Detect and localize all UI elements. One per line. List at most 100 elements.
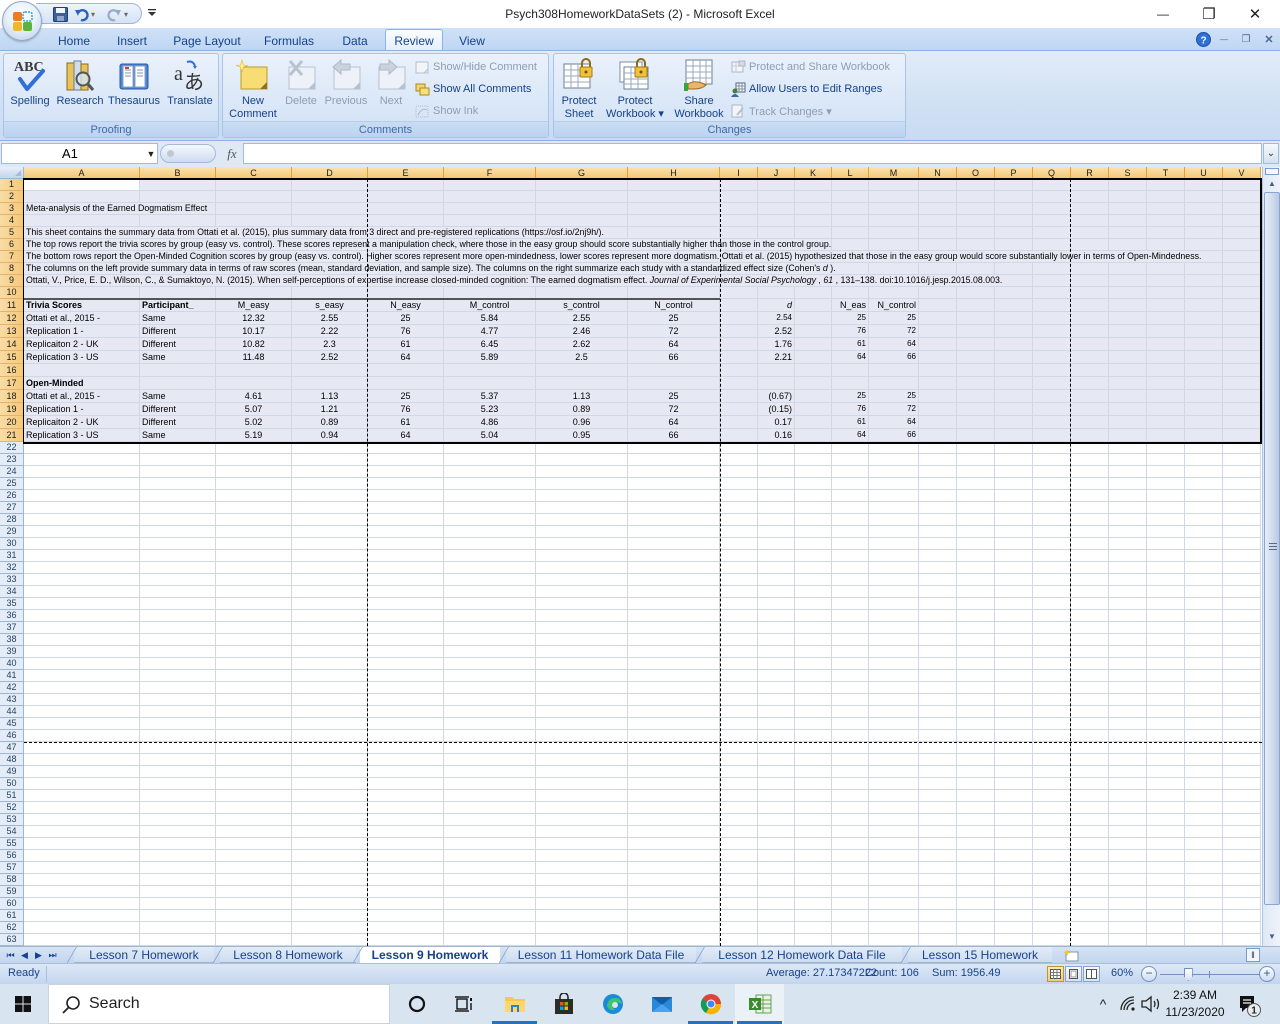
cell-N19[interactable]	[919, 403, 957, 416]
cell-E13[interactable]: 76	[368, 325, 444, 338]
column-header-L[interactable]: L	[832, 167, 869, 179]
cell-H52[interactable]	[628, 802, 720, 814]
track-changes-button[interactable]: Track Changes ▾	[730, 103, 832, 119]
cell-V39[interactable]	[1223, 646, 1261, 658]
cell-I48[interactable]	[720, 754, 758, 766]
cell-C46[interactable]	[216, 730, 292, 742]
row-header-45[interactable]: 45	[0, 718, 24, 730]
cell-A6[interactable]: The top rows report the trivia scores by…	[24, 239, 832, 251]
cell-G35[interactable]	[536, 598, 628, 610]
cell-R61[interactable]	[1071, 910, 1109, 922]
cell-O41[interactable]	[957, 670, 995, 682]
cell-V29[interactable]	[1223, 526, 1261, 538]
cell-A51[interactable]	[24, 790, 140, 802]
cell-T33[interactable]	[1147, 574, 1185, 586]
cell-E11[interactable]: N_easy	[368, 299, 444, 312]
cell-A58[interactable]	[24, 874, 140, 886]
cell-H61[interactable]	[628, 910, 720, 922]
cell-T37[interactable]	[1147, 622, 1185, 634]
cell-O15[interactable]	[957, 351, 995, 364]
thesaurus-button[interactable]: Thesaurus	[106, 57, 162, 108]
cell-K17[interactable]	[795, 377, 832, 390]
cell-Q54[interactable]	[1033, 826, 1071, 838]
tab-page-layout[interactable]: Page Layout	[168, 31, 246, 50]
cell-G12[interactable]: 2.55	[536, 312, 628, 325]
cell-I43[interactable]	[720, 694, 758, 706]
cell-M4[interactable]	[869, 215, 919, 227]
cell-K62[interactable]	[795, 922, 832, 934]
cell-P41[interactable]	[995, 670, 1033, 682]
cell-E16[interactable]	[368, 364, 444, 377]
cell-D1[interactable]	[292, 179, 368, 191]
row-header-11[interactable]: 11	[0, 299, 24, 312]
cell-H33[interactable]	[628, 574, 720, 586]
cell-Q23[interactable]	[1033, 454, 1071, 466]
cell-F60[interactable]	[444, 898, 536, 910]
cell-E34[interactable]	[368, 586, 444, 598]
cell-S33[interactable]	[1109, 574, 1147, 586]
cell-R5[interactable]	[1071, 227, 1109, 239]
cell-P6[interactable]	[995, 239, 1033, 251]
cell-K15[interactable]	[795, 351, 832, 364]
cell-N10[interactable]	[919, 287, 957, 299]
cell-C30[interactable]	[216, 538, 292, 550]
row-header-3[interactable]: 3	[0, 203, 24, 215]
cell-I25[interactable]	[720, 478, 758, 490]
cell-K41[interactable]	[795, 670, 832, 682]
column-header-J[interactable]: J	[758, 167, 795, 179]
cell-G16[interactable]	[536, 364, 628, 377]
cell-O4[interactable]	[957, 215, 995, 227]
cell-I54[interactable]	[720, 826, 758, 838]
cell-O2[interactable]	[957, 191, 995, 203]
cell-C40[interactable]	[216, 658, 292, 670]
cell-T61[interactable]	[1147, 910, 1185, 922]
column-header-T[interactable]: T	[1147, 167, 1185, 179]
cell-P34[interactable]	[995, 586, 1033, 598]
cell-V12[interactable]	[1223, 312, 1261, 325]
cell-R55[interactable]	[1071, 838, 1109, 850]
cell-Q19[interactable]	[1033, 403, 1071, 416]
cell-L55[interactable]	[832, 838, 869, 850]
cell-J61[interactable]	[758, 910, 795, 922]
cell-G14[interactable]: 2.62	[536, 338, 628, 351]
cell-L45[interactable]	[832, 718, 869, 730]
cell-E50[interactable]	[368, 778, 444, 790]
cell-B42[interactable]	[140, 682, 216, 694]
cell-H42[interactable]	[628, 682, 720, 694]
cell-D35[interactable]	[292, 598, 368, 610]
cell-U63[interactable]	[1185, 934, 1223, 946]
cell-S3[interactable]	[1109, 203, 1147, 215]
cell-A1[interactable]	[24, 179, 140, 191]
cell-H51[interactable]	[628, 790, 720, 802]
cell-B18[interactable]: Same	[140, 390, 216, 403]
cell-U4[interactable]	[1185, 215, 1223, 227]
cell-M1[interactable]	[869, 179, 919, 191]
clock-time[interactable]: 2:39 AM	[1164, 988, 1226, 1002]
cell-M51[interactable]	[869, 790, 919, 802]
cell-H59[interactable]	[628, 886, 720, 898]
cell-M49[interactable]	[869, 766, 919, 778]
cell-M25[interactable]	[869, 478, 919, 490]
row-header-59[interactable]: 59	[0, 886, 24, 898]
cell-N48[interactable]	[919, 754, 957, 766]
cell-S36[interactable]	[1109, 610, 1147, 622]
cell-B12[interactable]: Same	[140, 312, 216, 325]
cell-V25[interactable]	[1223, 478, 1261, 490]
cell-S9[interactable]	[1109, 275, 1147, 287]
cell-F19[interactable]: 5.23	[444, 403, 536, 416]
cell-E19[interactable]: 76	[368, 403, 444, 416]
cell-V45[interactable]	[1223, 718, 1261, 730]
cell-C18[interactable]: 4.61	[216, 390, 292, 403]
cell-I49[interactable]	[720, 766, 758, 778]
cell-E26[interactable]	[368, 490, 444, 502]
select-all-button[interactable]	[0, 167, 24, 179]
cell-Q47[interactable]	[1033, 742, 1071, 754]
cell-P54[interactable]	[995, 826, 1033, 838]
taskbar-edge[interactable]	[588, 984, 637, 1024]
cell-N8[interactable]	[919, 263, 957, 275]
cell-V2[interactable]	[1223, 191, 1261, 203]
cell-K40[interactable]	[795, 658, 832, 670]
cell-D32[interactable]	[292, 562, 368, 574]
cell-Q42[interactable]	[1033, 682, 1071, 694]
cell-V5[interactable]	[1223, 227, 1261, 239]
